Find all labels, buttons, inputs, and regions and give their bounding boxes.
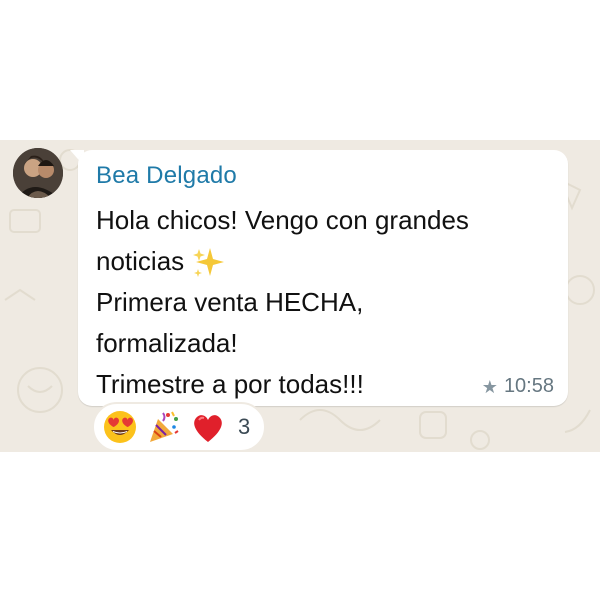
message-meta: ★ 10:58 — [482, 375, 554, 398]
message-line: noticias — [96, 246, 185, 276]
reaction-count: 3 — [238, 414, 251, 439]
avatar[interactable] — [13, 148, 63, 198]
message-line-with-emoji: noticias — [96, 241, 556, 282]
message-timestamp: 10:58 — [503, 375, 554, 397]
sender-name[interactable]: Bea Delgado — [96, 162, 237, 190]
star-icon: ★ — [481, 376, 498, 397]
sparkles-icon — [193, 248, 225, 278]
red-heart-icon — [194, 415, 222, 442]
message-bubble[interactable]: Bea Delgado Hola chicos! Vengo con grand… — [78, 150, 568, 406]
heart-eyes-face-icon — [104, 411, 136, 443]
message-line: Primera venta HECHA, — [96, 287, 364, 317]
reactions-pill[interactable]: 3 — [92, 402, 267, 452]
message-line: Hola chicos! Vengo con grandes — [96, 205, 469, 235]
message-line: formalizada! — [96, 328, 238, 358]
party-popper-icon — [150, 411, 179, 442]
avatar-photo — [13, 148, 63, 198]
